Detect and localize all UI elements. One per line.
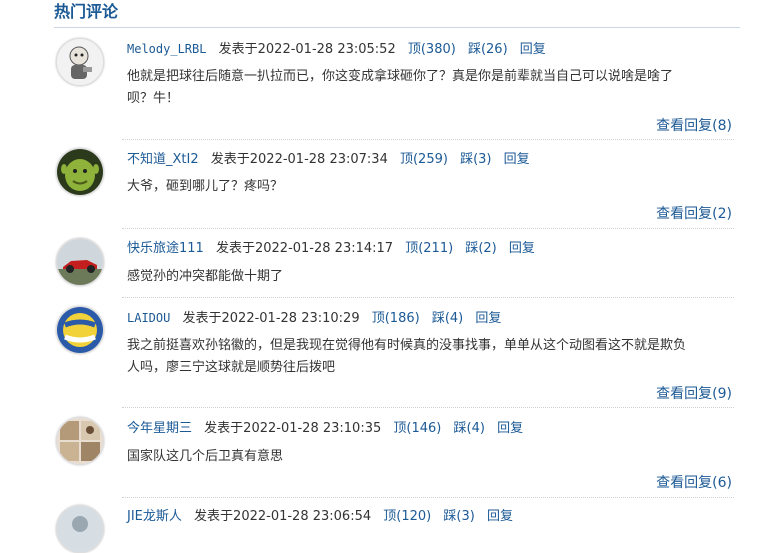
username-link[interactable]: Melody_LRBL — [127, 42, 206, 56]
comment-meta: 今年星期三 发表于2022-01-28 23:10:35 顶(146) 踩(4)… — [127, 419, 523, 439]
volleyball-icon[interactable] — [56, 306, 104, 354]
comment-line: 大爷，砸到哪儿了？疼吗？ — [127, 179, 284, 194]
timestamp: 2022-01-28 23:14:17 — [254, 241, 394, 256]
title-divider — [54, 27, 740, 28]
posted-label: 发表于 — [182, 311, 222, 326]
comment-divider — [122, 497, 734, 498]
reply-link[interactable]: 回复 — [520, 42, 546, 57]
downvote-link[interactable]: 踩(2) — [465, 241, 496, 256]
downvote-link[interactable]: 踩(3) — [460, 152, 491, 167]
upvote-link[interactable]: 顶(259) — [400, 152, 448, 167]
downvote-link[interactable]: 踩(26) — [468, 42, 508, 57]
posted-label: 发表于 — [215, 241, 255, 256]
view-replies-link[interactable]: 查看回复(6) — [656, 473, 732, 493]
comment-divider — [122, 228, 734, 229]
comment-meta: LAIDOU 发表于2022-01-28 23:10:29 顶(186) 踩(4… — [127, 308, 501, 328]
comment-meta: JIE龙斯人 发表于2022-01-28 23:06:54 顶(120) 踩(3… — [127, 507, 513, 527]
view-replies-link[interactable]: 查看回复(8) — [656, 116, 732, 136]
posted-label: 发表于 — [204, 421, 244, 436]
section-title: 热门评论 — [54, 2, 119, 21]
comment-line: 人吗，廖三宁这球就是顺势往后拨吧 — [127, 360, 336, 375]
comment-text: 我之前挺喜欢孙铭徽的，但是我现在觉得他有时候真的没事找事，单单从这个动图看这不就… — [127, 335, 727, 379]
username-link[interactable]: 今年星期三 — [127, 421, 192, 436]
comment-line: 国家队这几个后卫真有意思 — [127, 449, 284, 464]
photo-collage-icon[interactable] — [56, 417, 104, 465]
username-link[interactable]: 不知道_XtI2 — [127, 152, 199, 167]
reply-link[interactable]: 回复 — [509, 241, 535, 256]
timestamp: 2022-01-28 23:07:34 — [249, 152, 388, 167]
reply-link[interactable]: 回复 — [504, 152, 530, 167]
view-replies-link[interactable]: 查看回复(9) — [656, 384, 732, 404]
comment-meta: Melody_LRBL 发表于2022-01-28 23:05:52 顶(380… — [127, 39, 546, 59]
upvote-link[interactable]: 顶(146) — [393, 421, 441, 436]
posted-label: 发表于 — [210, 152, 250, 167]
comment-line: 呗？牛！ — [127, 91, 180, 106]
upvote-link[interactable]: 顶(380) — [408, 42, 456, 57]
comment-divider — [122, 139, 734, 140]
cartoon-character-icon[interactable] — [56, 38, 104, 86]
user-avatar-icon[interactable] — [56, 505, 104, 553]
comment-text: 感觉孙的冲突都能做十期了 — [127, 266, 727, 288]
upvote-link[interactable]: 顶(211) — [405, 241, 453, 256]
green-ogre-icon[interactable] — [56, 148, 104, 196]
timestamp: 2022-01-28 23:10:35 — [243, 421, 382, 436]
comment-line: 感觉孙的冲突都能做十期了 — [127, 269, 284, 284]
comment-line: 他就是把球往后随意一扒拉而已，你这变成拿球砸你了？真是你是前辈就当自己可以说啥是… — [127, 69, 674, 84]
comment-divider — [122, 297, 734, 298]
comment-text: 大爷，砸到哪儿了？疼吗？ — [127, 176, 727, 198]
downvote-link[interactable]: 踩(4) — [432, 311, 463, 326]
username-link[interactable]: LAIDOU — [127, 311, 170, 325]
comment-meta: 快乐旅途111 发表于2022-01-28 23:14:17 顶(211) 踩(… — [127, 239, 535, 259]
posted-label: 发表于 — [218, 42, 258, 57]
comment-text: 他就是把球往后随意一扒拉而已，你这变成拿球砸你了？真是你是前辈就当自己可以说啥是… — [127, 66, 727, 110]
timestamp: 2022-01-28 23:10:29 — [221, 311, 360, 326]
comment-text: 国家队这几个后卫真有意思 — [127, 446, 727, 468]
timestamp: 2022-01-28 23:05:52 — [257, 42, 396, 57]
reply-link[interactable]: 回复 — [497, 421, 523, 436]
comment-divider — [122, 407, 734, 408]
comment-meta: 不知道_XtI2 发表于2022-01-28 23:07:34 顶(259) 踩… — [127, 150, 530, 170]
comment-line: 我之前挺喜欢孙铭徽的，但是我现在觉得他有时候真的没事找事，单单从这个动图看这不就… — [127, 338, 687, 353]
downvote-link[interactable]: 踩(4) — [454, 421, 485, 436]
race-car-icon[interactable] — [56, 238, 104, 286]
upvote-link[interactable]: 顶(186) — [372, 311, 420, 326]
reply-link[interactable]: 回复 — [475, 311, 501, 326]
view-replies-link[interactable]: 查看回复(2) — [656, 204, 732, 224]
username-link[interactable]: 快乐旅途111 — [127, 241, 204, 256]
